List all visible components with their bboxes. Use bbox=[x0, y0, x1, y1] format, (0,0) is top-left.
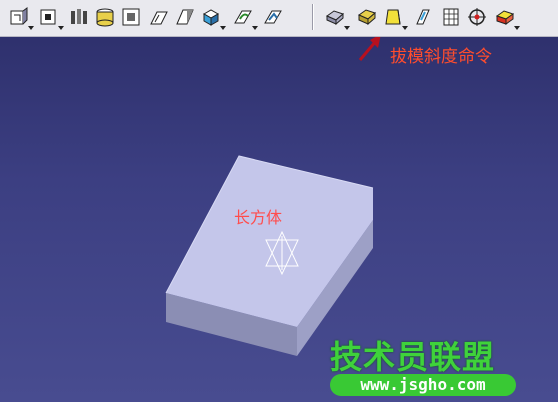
draft-menu-caret[interactable] bbox=[402, 26, 408, 30]
chamfer-icon[interactable] bbox=[356, 6, 378, 28]
toolbar bbox=[0, 0, 558, 37]
multi-section-icon[interactable] bbox=[200, 6, 222, 28]
draft-icon[interactable] bbox=[382, 6, 404, 28]
thickness-icon[interactable] bbox=[440, 6, 462, 28]
slot-icon[interactable] bbox=[120, 6, 142, 28]
3d-viewport[interactable]: 拔模斜度命令 长方体 技术员联盟 www.jsgho.com bbox=[0, 0, 558, 402]
hole-icon[interactable] bbox=[94, 6, 116, 28]
stiffener-icon[interactable] bbox=[174, 6, 196, 28]
replace-face-menu-caret[interactable] bbox=[514, 26, 520, 30]
toolbar-separator bbox=[312, 4, 313, 30]
removed-section-icon[interactable] bbox=[232, 6, 254, 28]
shaft-icon[interactable] bbox=[68, 6, 90, 28]
fillet-menu-caret[interactable] bbox=[344, 26, 350, 30]
thread-icon[interactable] bbox=[466, 6, 488, 28]
watermark-title: 技术员联盟 bbox=[330, 338, 496, 376]
shell-icon[interactable] bbox=[412, 6, 434, 28]
rib-icon[interactable] bbox=[148, 6, 170, 28]
replace-face-icon[interactable] bbox=[494, 6, 516, 28]
fillet-icon[interactable] bbox=[324, 6, 346, 28]
pocket-icon[interactable] bbox=[38, 6, 60, 28]
pocket-menu-caret[interactable] bbox=[58, 26, 64, 30]
pad-icon[interactable] bbox=[8, 6, 30, 28]
annotation-arrow-icon bbox=[358, 34, 381, 61]
annotation-label: 拔模斜度命令 bbox=[390, 47, 492, 67]
multi-section-menu-caret[interactable] bbox=[220, 26, 226, 30]
removed-section-menu-caret[interactable] bbox=[252, 26, 258, 30]
object-label: 长方体 bbox=[234, 208, 283, 227]
pad-menu-caret[interactable] bbox=[28, 26, 34, 30]
watermark-url: www.jsgho.com bbox=[330, 374, 516, 396]
solid-icon[interactable] bbox=[262, 6, 284, 28]
